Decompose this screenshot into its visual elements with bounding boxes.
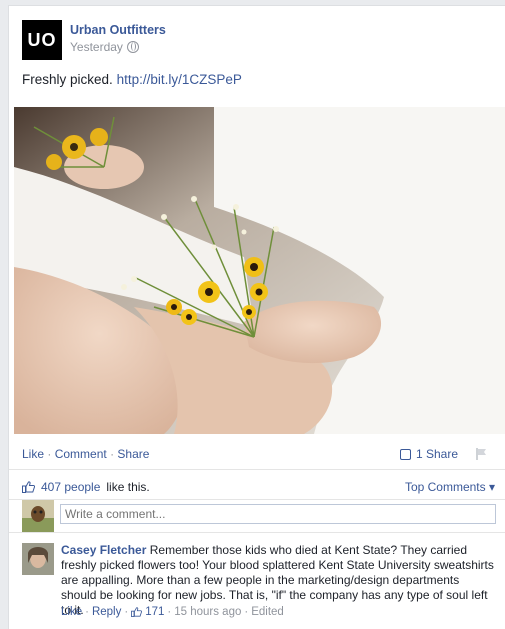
likes-summary: 407 people like this. xyxy=(22,480,150,494)
divider xyxy=(9,532,505,533)
likes-count-link[interactable]: 407 people xyxy=(41,480,100,494)
share-icon xyxy=(399,448,411,460)
separator: · xyxy=(167,606,172,618)
share-button[interactable]: Share xyxy=(117,447,149,461)
like-button[interactable]: Like xyxy=(22,447,44,461)
post-photo[interactable] xyxy=(14,107,505,434)
divider xyxy=(9,499,505,500)
comment-reply-button[interactable]: Reply xyxy=(92,606,121,618)
thumbs-up-icon xyxy=(131,607,143,617)
globe-icon xyxy=(126,41,139,53)
comment-edited[interactable]: Edited xyxy=(251,606,284,618)
likes-suffix: like this. xyxy=(106,480,150,494)
separator: · xyxy=(47,447,52,461)
post-link[interactable]: http://bit.ly/1CZSPeP xyxy=(117,72,242,87)
page-name-link[interactable]: Urban Outfitters xyxy=(70,23,166,37)
commenter-avatar[interactable] xyxy=(22,543,54,575)
post-time[interactable]: Yesterday xyxy=(70,40,123,54)
comment-like-count[interactable]: 171 xyxy=(145,606,164,618)
separator: · xyxy=(244,606,249,618)
comment-like-button[interactable]: Like xyxy=(61,606,82,618)
post-text-prefix: Freshly picked. xyxy=(22,72,113,87)
viewer-avatar xyxy=(22,500,54,532)
top-comments-dropdown[interactable]: Top Comments ▾ xyxy=(405,480,495,494)
flowers-photo xyxy=(14,107,505,434)
page-avatar[interactable]: UO xyxy=(22,20,62,60)
separator: · xyxy=(85,606,89,618)
divider xyxy=(9,469,505,470)
comment-time[interactable]: 15 hours ago xyxy=(174,606,241,618)
flag-icon[interactable] xyxy=(476,448,487,460)
post-timestamp: Yesterday xyxy=(70,40,139,54)
comment-button[interactable]: Comment xyxy=(55,447,107,461)
comment-author-link[interactable]: Casey Fletcher xyxy=(61,543,146,557)
thumbs-up-icon xyxy=(22,481,35,493)
post-card: UO Urban Outfitters Yesterday Freshly pi… xyxy=(8,5,505,629)
post-actions: Like · Comment · Share xyxy=(22,447,149,461)
post-text: Freshly picked. http://bit.ly/1CZSPeP xyxy=(22,72,242,87)
share-count[interactable]: 1 Share xyxy=(399,447,458,461)
share-count-label: 1 Share xyxy=(415,447,458,461)
comment-meta: Like · Reply · 171 · 15 hours ago · Edit… xyxy=(61,606,284,618)
separator: · xyxy=(124,606,129,618)
separator: · xyxy=(110,447,115,461)
comment-input[interactable] xyxy=(60,504,496,524)
